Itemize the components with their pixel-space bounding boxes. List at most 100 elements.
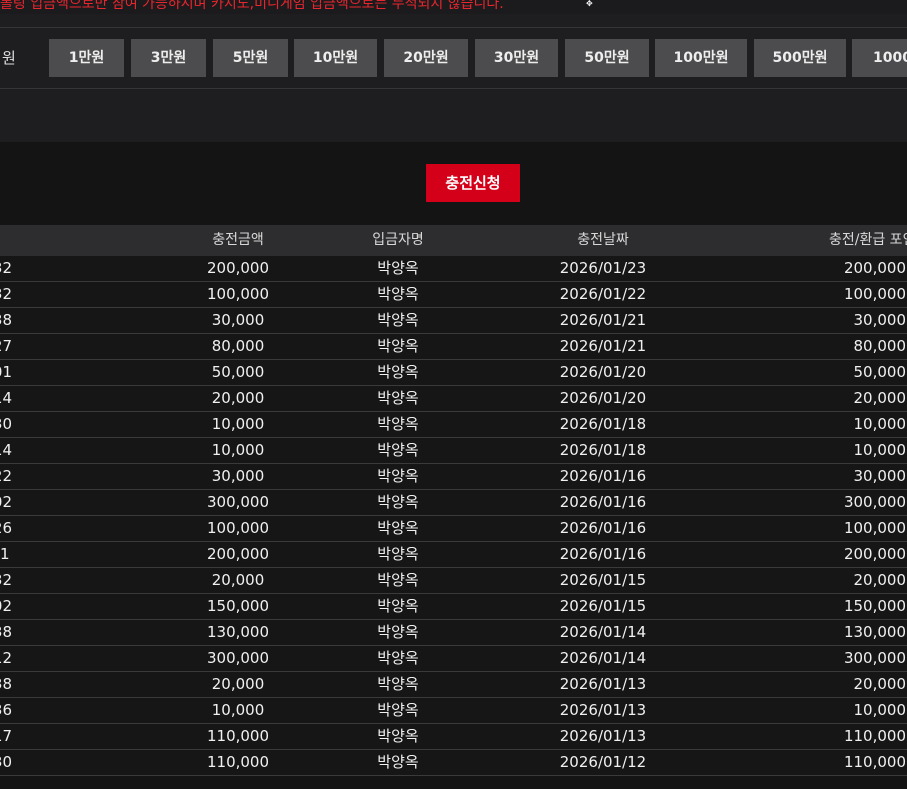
table-row: 32200,000박양옥2026/01/23200,000 [0,256,907,282]
row-date: 2026/01/15 [559,571,647,589]
table-row: 2780,000박양옥2026/01/2180,000 [0,334,907,360]
table-row: 17110,000박양옥2026/01/13110,000 [0,724,907,750]
row-points: 10,000 [853,415,907,433]
row-depositor: 박양옥 [377,675,419,693]
row-depositor: 박양옥 [377,545,419,563]
row-depositor: 박양옥 [377,441,419,459]
row-date: 2026/01/14 [559,623,647,641]
row-points: 110,000 [843,727,906,745]
row-id: 26 [0,519,12,537]
header-depositor: 입금자명 [372,232,424,248]
table-row: 30110,000박양옥2026/01/12110,000 [0,750,907,776]
row-date: 2026/01/18 [559,415,647,433]
row-points: 110,000 [843,753,906,771]
row-points: 30,000 [853,467,907,485]
row-points: 300,000 [843,493,906,511]
row-id: 30 [0,753,12,771]
row-depositor: 박양옥 [377,493,419,511]
row-id: 02 [0,493,12,511]
row-date: 2026/01/16 [559,519,647,537]
row-points: 130,000 [843,623,906,641]
table-row: 3820,000박양옥2026/01/1320,000 [0,672,907,698]
row-depositor: 박양옥 [377,363,419,381]
row-date: 2026/01/13 [559,701,647,719]
charge-request-button[interactable]: 충전신청 [426,164,520,202]
amount-button-300000[interactable]: 30만원 [475,39,558,77]
row-depositor: 박양옥 [377,701,419,719]
row-date: 2026/01/21 [559,337,647,355]
row-id: 30 [0,415,12,433]
row-depositor: 박양옥 [377,519,419,537]
table-row: 32100,000박양옥2026/01/22100,000 [0,282,907,308]
table-row: 1420,000박양옥2026/01/2020,000 [0,386,907,412]
header-date: 충전날짜 [577,232,629,248]
row-depositor: 박양옥 [377,285,419,303]
row-id: 38 [0,311,12,329]
table-row: 3010,000박양옥2026/01/1810,000 [0,412,907,438]
amount-button-30000[interactable]: 3만원 [131,39,206,77]
amount-label: 원 [2,49,16,67]
row-date: 2026/01/14 [559,649,647,667]
row-depositor: 박양옥 [377,753,419,771]
row-id: 36 [0,701,12,719]
row-points: 150,000 [843,597,906,615]
row-points: 80,000 [853,337,907,355]
row-id: 17 [0,727,12,745]
row-points: 100,000 [843,519,906,537]
row-depositor: 박양옥 [377,597,419,615]
row-id: 14 [0,389,12,407]
amount-button-1000000[interactable]: 100만원 [655,39,747,77]
table-row: 3610,000박양옥2026/01/1310,000 [0,698,907,724]
row-points: 20,000 [853,675,907,693]
row-depositor: 박양옥 [377,259,419,277]
row-date: 2026/01/16 [559,467,647,485]
row-depositor: 박양옥 [377,337,419,355]
row-date: 2026/01/20 [559,363,647,381]
row-depositor: 박양옥 [377,311,419,329]
row-id: 27 [0,337,12,355]
row-id: 22 [0,467,12,485]
amount-button-5000000[interactable]: 500만원 [754,39,846,77]
amount-button-10000[interactable]: 1만원 [49,39,124,77]
table-row: 3830,000박양옥2026/01/2130,000 [0,308,907,334]
row-date: 2026/01/16 [559,493,647,511]
amount-button-500000[interactable]: 50만원 [565,39,649,77]
table-body: 32 200,000 박양옥 2026/01/23 200,000 32 100,000 박양… [0,256,907,776]
row-id: 01 [0,363,12,381]
row-date: 2026/01/16 [559,545,647,563]
table-row: 26100,000박양옥2026/01/16100,000 [0,516,907,542]
row-id: 38 [0,675,12,693]
row-date: 2026/01/21 [559,311,647,329]
row-date: 2026/01/20 [559,389,647,407]
header-points: 충전/환급 포인트 [829,232,907,248]
row-points: 100,000 [843,285,906,303]
table-row: 02300,000박양옥2026/01/16300,000 [0,490,907,516]
row-points: 200,000 [843,259,906,277]
amount-button-100000[interactable]: 10만원 [294,39,377,77]
row-depositor: 박양옥 [377,623,419,641]
table-row: 38130,000박양옥2026/01/14130,000 [0,620,907,646]
row-points: 10,000 [853,441,907,459]
row-date: 2026/01/13 [559,675,647,693]
table-row: 0150,000박양옥2026/01/2050,000 [0,360,907,386]
row-date: 2026/01/15 [559,597,647,615]
divider [0,88,907,89]
amount-button-200000[interactable]: 20만원 [384,39,468,77]
divider [0,27,907,28]
row-id: 32 [0,285,12,303]
charge-form-panel [0,14,907,142]
row-id: 32 [0,259,12,277]
row-id: 38 [0,623,12,641]
row-date: 2026/01/22 [559,285,647,303]
amount-button-10000000[interactable]: 1000만원 [852,39,907,77]
mouse-cursor-icon: ✥ [586,0,593,8]
row-depositor: 박양옥 [377,727,419,745]
row-date: 2026/01/18 [559,441,647,459]
row-date: 2026/01/13 [559,727,647,745]
row-points: 20,000 [853,389,907,407]
row-depositor: 박양옥 [377,389,419,407]
row-points: 20,000 [853,571,907,589]
row-depositor: 박양옥 [377,571,419,589]
amount-button-50000[interactable]: 5만원 [213,39,288,77]
row-id: 12 [0,649,12,667]
